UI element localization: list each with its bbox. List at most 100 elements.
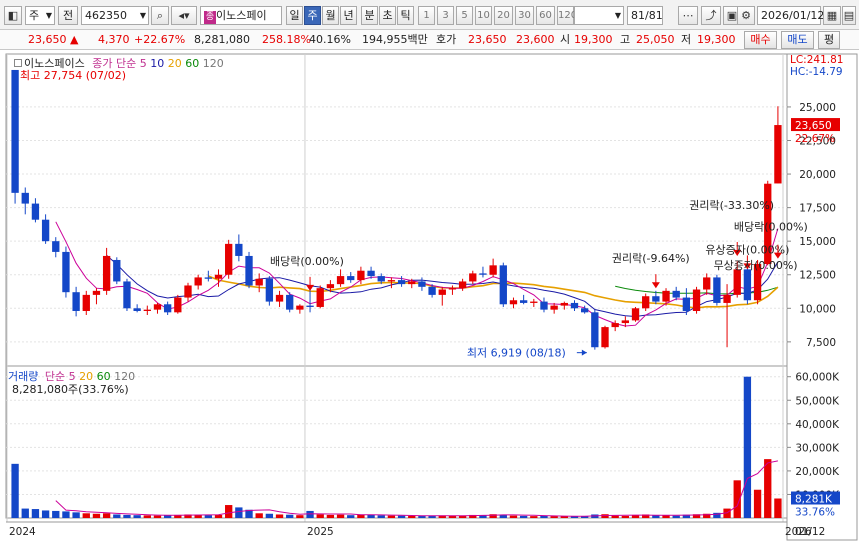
chevron-down-icon: ▼	[45, 11, 52, 20]
type-select-value: 주	[29, 9, 40, 22]
period-tab-5[interactable]: 초	[379, 6, 396, 25]
candle-body	[275, 294, 284, 302]
event-label: 권리락(-33.30%)	[689, 199, 774, 212]
search-icon[interactable]: ⌕	[151, 6, 169, 25]
open-price: 19,300	[574, 33, 613, 46]
chart-area[interactable]: 25,000 22,500 20,000 17,500 15,000 12,500 10,0…	[0, 50, 859, 541]
prev-button[interactable]: 전	[58, 6, 78, 25]
quote-bar: 23,650 ▲ 4,370 +22.67% 8,281,080 258.18%…	[0, 30, 859, 50]
ask-price: 23,650	[468, 33, 507, 46]
candle-body	[163, 304, 172, 313]
volume-bar	[62, 511, 70, 518]
candle-body	[316, 288, 324, 307]
candle-body	[306, 305, 314, 307]
candle-body	[82, 294, 90, 311]
legend-ma60: 60	[185, 57, 200, 70]
candle-body	[326, 284, 335, 289]
volume-value: 8,281,080	[194, 33, 250, 46]
candle-body	[367, 270, 375, 277]
count-dropdown[interactable]: ▼	[574, 6, 624, 25]
gear-icon[interactable]: ⚙	[737, 6, 755, 25]
stock-code-input[interactable]: 462350 ▼	[81, 6, 149, 25]
lc-value: LC:241.81	[790, 54, 844, 66]
high-annotation: 최고 27,754 (07/02)	[20, 69, 127, 82]
period-tab-2[interactable]: 월	[322, 6, 339, 25]
volume-bar	[408, 515, 416, 518]
volume-bar	[31, 509, 40, 518]
interval-button-120[interactable]: 120	[557, 6, 577, 25]
volume-bar	[133, 515, 141, 518]
candle-body	[540, 301, 548, 310]
volume-bar	[397, 515, 406, 518]
volume-bar	[21, 508, 29, 518]
candle-body	[550, 305, 558, 310]
period-tab-6[interactable]: 틱	[397, 6, 414, 25]
stock-name-value: 이노스페이	[216, 9, 267, 22]
stock-chart[interactable]: 25,00022,50020,00017,50015,00012,50010,0…	[0, 50, 859, 541]
candle-body	[92, 290, 101, 295]
candle-body	[62, 251, 70, 293]
candle-body	[631, 308, 640, 321]
stock-name-field[interactable]: 종 이노스페이	[200, 6, 282, 25]
type-select[interactable]: 주 ▼	[25, 6, 55, 25]
price-change-pct: +22.67%	[134, 33, 186, 46]
candle-body	[530, 301, 538, 303]
x-axis-label: 2025	[307, 526, 334, 538]
price-panel-frame	[5, 53, 788, 367]
sell-button[interactable]: 매도	[781, 31, 814, 49]
candle-body	[733, 269, 741, 295]
interval-button-5[interactable]: 5	[456, 6, 473, 25]
candle-body	[448, 288, 457, 290]
speaker-icon[interactable]: ◂▾	[171, 6, 197, 25]
settings-icon[interactable]: ▤	[842, 6, 856, 25]
current-price-tag-text: 23,650	[795, 120, 832, 132]
price-change: 4,370	[98, 33, 130, 46]
candle-body	[245, 255, 253, 286]
candle-body	[469, 273, 477, 282]
legend-ma20: 20	[167, 57, 182, 70]
volume-bar	[255, 513, 263, 518]
candle-body	[296, 305, 304, 310]
price-tick-label: 7,500	[806, 337, 836, 349]
candle-body	[743, 269, 752, 301]
candle-body	[72, 292, 80, 311]
low-annotation: 최저 6,919 (08/18)	[467, 347, 566, 360]
panel-icon[interactable]: ◧	[4, 6, 22, 25]
count-value: 81	[631, 9, 645, 22]
candle-body	[214, 274, 223, 279]
candle-body	[102, 255, 111, 291]
candle-body	[489, 265, 497, 275]
candle-body	[357, 270, 365, 281]
legend-box-icon	[14, 59, 22, 67]
volume-bar	[11, 463, 19, 518]
count-total: /81	[645, 9, 663, 22]
high-price: 25,050	[636, 33, 675, 46]
candle-body	[21, 192, 29, 204]
candle-body	[204, 277, 212, 279]
volume-bar	[306, 510, 314, 518]
date-input[interactable]: 2026/01/12	[757, 6, 824, 25]
interval-button-30[interactable]: 30	[515, 6, 534, 25]
candle-body	[153, 304, 162, 310]
volume-tick-label: 30,000K	[795, 442, 840, 454]
candle-body	[499, 265, 507, 305]
period-tab-3[interactable]: 년	[340, 6, 357, 25]
interval-button-20[interactable]: 20	[494, 6, 513, 25]
volume-bar	[296, 515, 304, 518]
buy-button[interactable]: 매수	[744, 31, 777, 49]
period-tab-4[interactable]: 분	[361, 6, 378, 25]
period-tab-0[interactable]: 일	[286, 6, 303, 25]
interval-button-3[interactable]: 3	[437, 6, 454, 25]
calendar-icon[interactable]: ▦	[823, 6, 841, 25]
grid-icon[interactable]: ⋯	[678, 6, 698, 25]
volume-bar	[225, 505, 233, 518]
interval-button-60[interactable]: 60	[536, 6, 555, 25]
count-field[interactable]: 81/81	[627, 6, 663, 25]
interval-button-1[interactable]: 1	[418, 6, 435, 25]
period-tab-1[interactable]: 주	[304, 6, 321, 25]
eval-button[interactable]: 평	[818, 31, 840, 49]
volume-bar	[72, 512, 80, 518]
interval-button-10[interactable]: 10	[475, 6, 492, 25]
candle-body	[621, 320, 630, 324]
chart-icon[interactable]: ⤴	[701, 6, 721, 25]
